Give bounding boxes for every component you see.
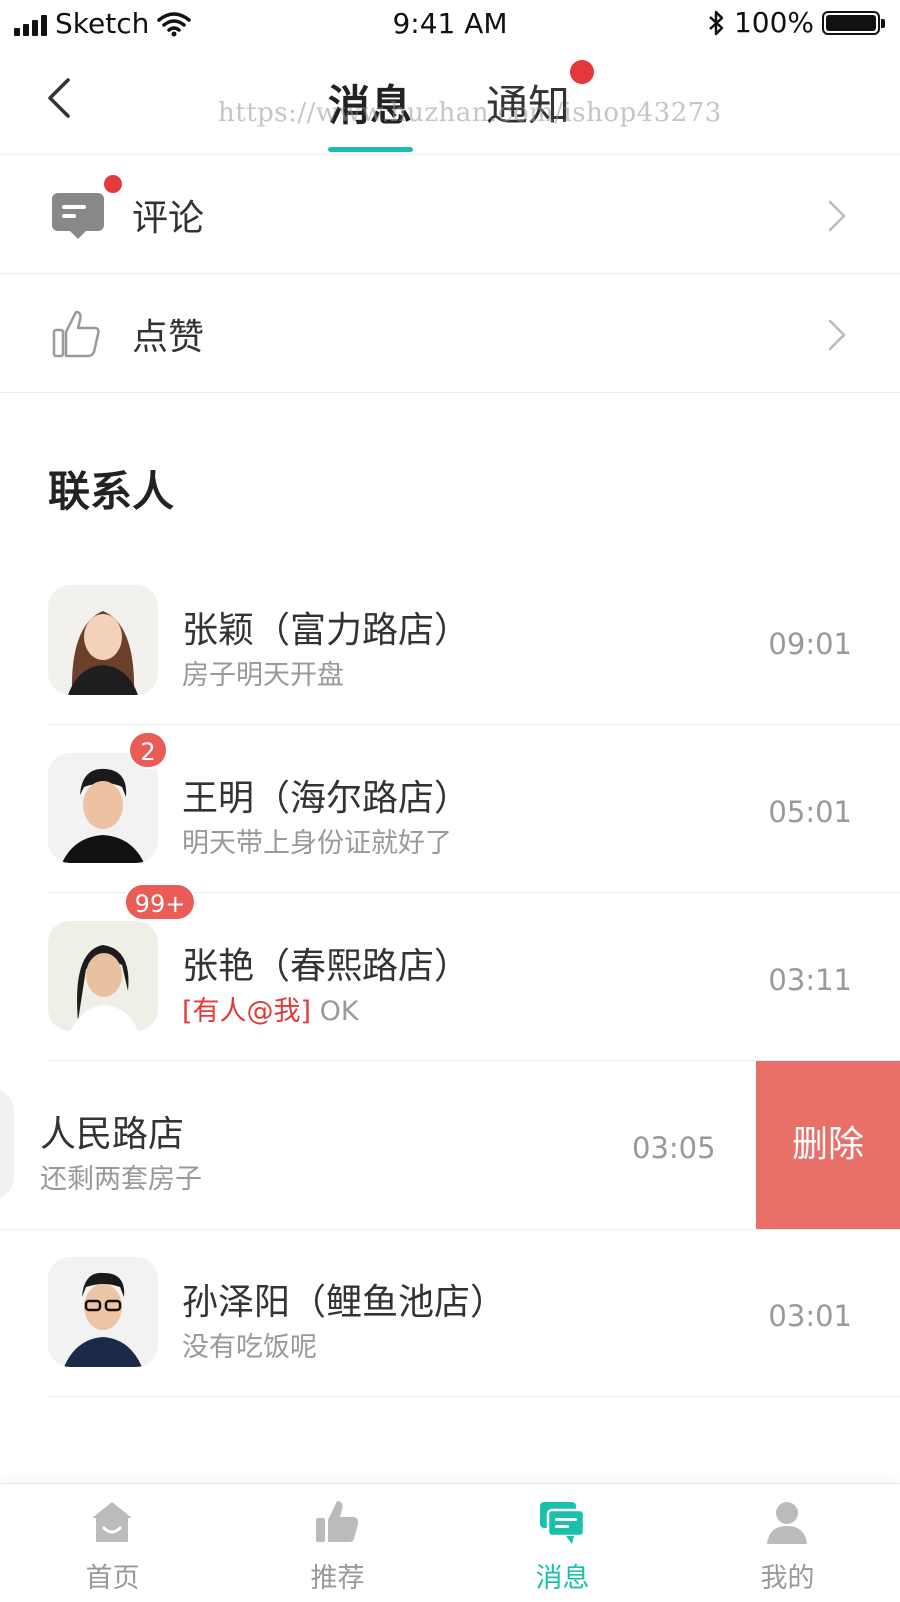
chevron-right-icon (828, 200, 846, 232)
active-tab-indicator (328, 147, 413, 152)
watermark: https://www.huzhan.com/ishop43273 (218, 98, 722, 128)
thumbs-up-icon (52, 310, 100, 358)
avatar (48, 585, 158, 695)
avatar (0, 1089, 14, 1199)
tab-home[interactable]: 首页 (0, 1484, 225, 1602)
contact-row[interactable]: 99+ 张艳（春熙路店） [有人@我] OK 03:11 (0, 883, 900, 1061)
contact-time: 05:01 (768, 795, 852, 829)
contact-name: 张颖（富力路店） (182, 610, 471, 651)
unread-badge: 2 (128, 731, 168, 769)
avatar (48, 753, 158, 863)
likes-row[interactable]: 点赞 (0, 274, 900, 393)
contact-row[interactable]: 张颖（富力路店） 房子明天开盘 09:01 (0, 557, 900, 725)
thumbs-up-icon (316, 1501, 359, 1542)
contact-time: 09:01 (768, 627, 852, 661)
contact-message: 明天带上身份证就好了 (182, 828, 452, 859)
contact-message: 还剩两套房子 (40, 1164, 202, 1195)
tab-label: 首页 (85, 1563, 140, 1594)
contact-time: 03:05 (632, 1131, 716, 1165)
divider (48, 1396, 900, 1397)
tab-messages-bottom[interactable]: 消息 (450, 1484, 675, 1602)
contact-message: 没有吃饭呢 (182, 1332, 317, 1363)
contact-name: 王明（海尔路店） (182, 778, 471, 819)
status-bar: Sketch 9:41 AM 100% (0, 0, 900, 50)
contacts-heading: 联系人 (48, 467, 175, 516)
contact-row[interactable]: 2 王明（海尔路店） 明天带上身份证就好了 05:01 (0, 725, 900, 893)
mention-tag: [有人@我] (182, 996, 312, 1027)
tab-label: 消息 (535, 1563, 590, 1594)
bluetooth-icon (709, 10, 724, 35)
message-text: OK (319, 996, 359, 1027)
avatar (48, 921, 158, 1031)
contact-message: 房子明天开盘 (182, 660, 344, 691)
unread-dot (104, 175, 122, 193)
battery-percent: 100% (733, 6, 814, 39)
contact-name: 人民路店 (40, 1114, 185, 1155)
notification-dot (570, 60, 594, 84)
comments-row[interactable]: 评论 (0, 155, 900, 274)
tab-label: 推荐 (310, 1563, 365, 1594)
comment-icon (52, 193, 104, 239)
status-right: 100% (706, 6, 885, 39)
comments-label: 评论 (132, 198, 205, 239)
top-nav: 消息 通知 https://www.huzhan.com/ishop43273 (0, 50, 900, 155)
back-icon[interactable] (38, 74, 86, 122)
contact-time: 03:11 (768, 963, 852, 997)
bottom-tab-bar: 首页 推荐 消息 我的 (0, 1483, 900, 1602)
user-icon (767, 1502, 807, 1544)
delete-button[interactable]: 删除 (756, 1061, 900, 1229)
home-icon (92, 1502, 132, 1542)
contact-row-swiped[interactable]: 人民路店 还剩两套房子 03:05 删除 (0, 1061, 900, 1230)
avatar (48, 1257, 158, 1367)
tab-label: 我的 (760, 1563, 815, 1594)
unread-badge: 99+ (124, 883, 196, 921)
contact-message: [有人@我] OK (182, 989, 359, 1028)
contact-name: 孙泽阳（鲤鱼池店） (182, 1282, 507, 1323)
contact-name: 张艳（春熙路店） (182, 946, 471, 987)
battery-icon (822, 10, 885, 35)
contact-row[interactable]: 孙泽阳（鲤鱼池店） 没有吃饭呢 03:01 (0, 1229, 900, 1397)
tab-recommend[interactable]: 推荐 (225, 1484, 450, 1602)
likes-label: 点赞 (132, 317, 205, 358)
chevron-right-icon (828, 319, 846, 351)
contact-time: 03:01 (768, 1299, 852, 1333)
chat-icon (540, 1502, 586, 1544)
tab-profile[interactable]: 我的 (675, 1484, 900, 1602)
